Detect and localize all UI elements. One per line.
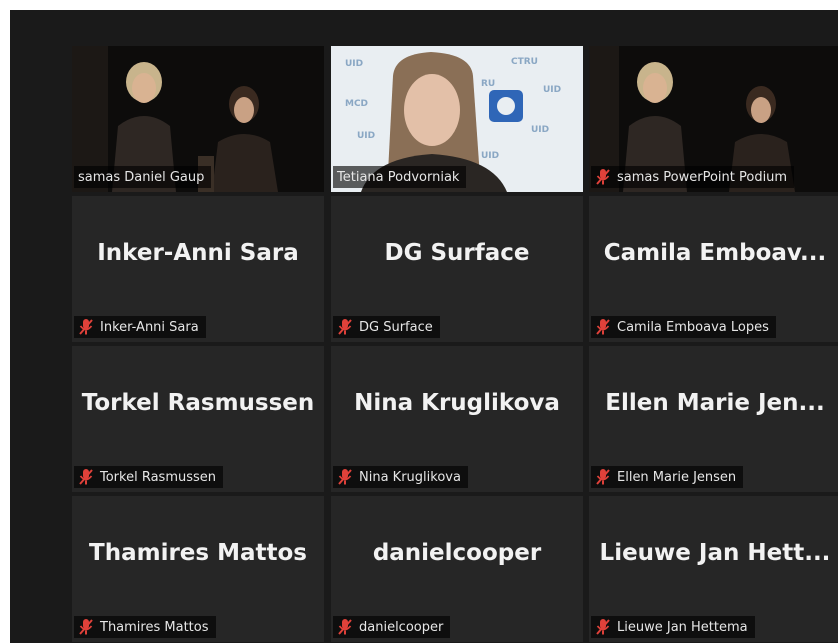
svg-text:UID: UID — [543, 85, 561, 95]
svg-text:UID: UID — [345, 59, 363, 69]
mic-muted-icon — [596, 469, 610, 485]
participant-display-name: Thamires Mattos — [89, 540, 307, 566]
participant-name-label: Camila Emboava Lopes — [591, 316, 776, 338]
svg-text:CTRU: CTRU — [511, 57, 538, 67]
video-gallery: samas Daniel Gaup UID MCD UID CTRU UID UID R… — [10, 10, 838, 643]
participant-name: Camila Emboava Lopes — [617, 319, 769, 335]
participant-display-name: Inker-Anni Sara — [97, 240, 299, 266]
mic-muted-icon — [596, 319, 610, 335]
participant-name: Nina Kruglikova — [359, 469, 461, 485]
participant-name-label: DG Surface — [333, 316, 440, 338]
participant-display-name: Camila Emboav... — [603, 240, 827, 266]
participant-name: Inker-Anni Sara — [100, 319, 199, 335]
participant-name-label: Tetiana Podvorniak — [333, 166, 467, 188]
participant-tile[interactable]: Torkel Rasmussen Torkel Rasmussen — [72, 346, 324, 492]
participant-tile[interactable]: danielcooper danielcooper — [331, 496, 583, 642]
mic-muted-icon — [338, 319, 352, 335]
mic-muted-icon — [338, 469, 352, 485]
participant-name-label: danielcooper — [333, 616, 451, 638]
participant-name: danielcooper — [359, 619, 444, 635]
participant-name-label: Torkel Rasmussen — [74, 466, 224, 488]
svg-text:MCD: MCD — [345, 99, 368, 109]
svg-text:UID: UID — [357, 131, 375, 141]
participant-name: Lieuwe Jan Hettema — [617, 619, 748, 635]
participant-display-name: Nina Kruglikova — [354, 390, 560, 416]
participant-display-name: Torkel Rasmussen — [81, 390, 315, 416]
svg-text:UID: UID — [481, 151, 499, 161]
participant-name: Ellen Marie Jensen — [617, 469, 737, 485]
mic-muted-icon — [79, 319, 93, 335]
mic-muted-icon — [79, 619, 93, 635]
participant-tile[interactable]: UID MCD UID CTRU UID UID RU UID Tetiana Podvo… — [331, 46, 583, 192]
participant-display-name: danielcooper — [372, 540, 542, 566]
svg-text:UID: UID — [531, 125, 549, 135]
participant-tile[interactable]: DG Surface DG Surface — [331, 196, 583, 342]
participant-name: Tetiana Podvorniak — [337, 169, 460, 185]
mic-muted-icon — [79, 469, 93, 485]
mic-muted-icon — [596, 169, 610, 185]
participant-display-name: Ellen Marie Jen... — [605, 390, 825, 416]
participant-tile[interactable]: Ellen Marie Jen... Ellen Marie Jensen — [589, 346, 838, 492]
participant-name-label: Lieuwe Jan Hettema — [591, 616, 755, 638]
participant-tile[interactable]: Inker-Anni Sara Inker-Anni Sara — [72, 196, 324, 342]
participant-name: Torkel Rasmussen — [100, 469, 217, 485]
participant-display-name: Lieuwe Jan Hett... — [599, 540, 831, 566]
svg-text:RU: RU — [481, 79, 495, 89]
participant-name: samas Daniel Gaup — [78, 169, 205, 185]
mic-muted-icon — [596, 619, 610, 635]
participant-name-label: samas PowerPoint Podium — [591, 166, 795, 188]
participant-tile[interactable]: samas Daniel Gaup — [72, 46, 324, 192]
participant-name: Thamires Mattos — [100, 619, 209, 635]
participant-name-label: Thamires Mattos — [74, 616, 216, 638]
participant-tile[interactable]: samas PowerPoint Podium — [589, 46, 838, 192]
participant-name: samas PowerPoint Podium — [617, 169, 788, 185]
mic-muted-icon — [338, 619, 352, 635]
participant-name-label: samas Daniel Gaup — [74, 166, 212, 188]
participant-tile[interactable]: Nina Kruglikova Nina Kruglikova — [331, 346, 583, 492]
participant-tile[interactable]: Thamires Mattos Thamires Mattos — [72, 496, 324, 642]
participant-name-label: Nina Kruglikova — [333, 466, 468, 488]
participant-display-name: DG Surface — [384, 240, 530, 266]
participant-name-label: Inker-Anni Sara — [74, 316, 206, 338]
participant-tile[interactable]: Lieuwe Jan Hett... Lieuwe Jan Hettema — [589, 496, 838, 642]
participant-name-label: Ellen Marie Jensen — [591, 466, 744, 488]
participant-tile[interactable]: Camila Emboav... Camila Emboava Lopes — [589, 196, 838, 342]
participant-name: DG Surface — [359, 319, 433, 335]
